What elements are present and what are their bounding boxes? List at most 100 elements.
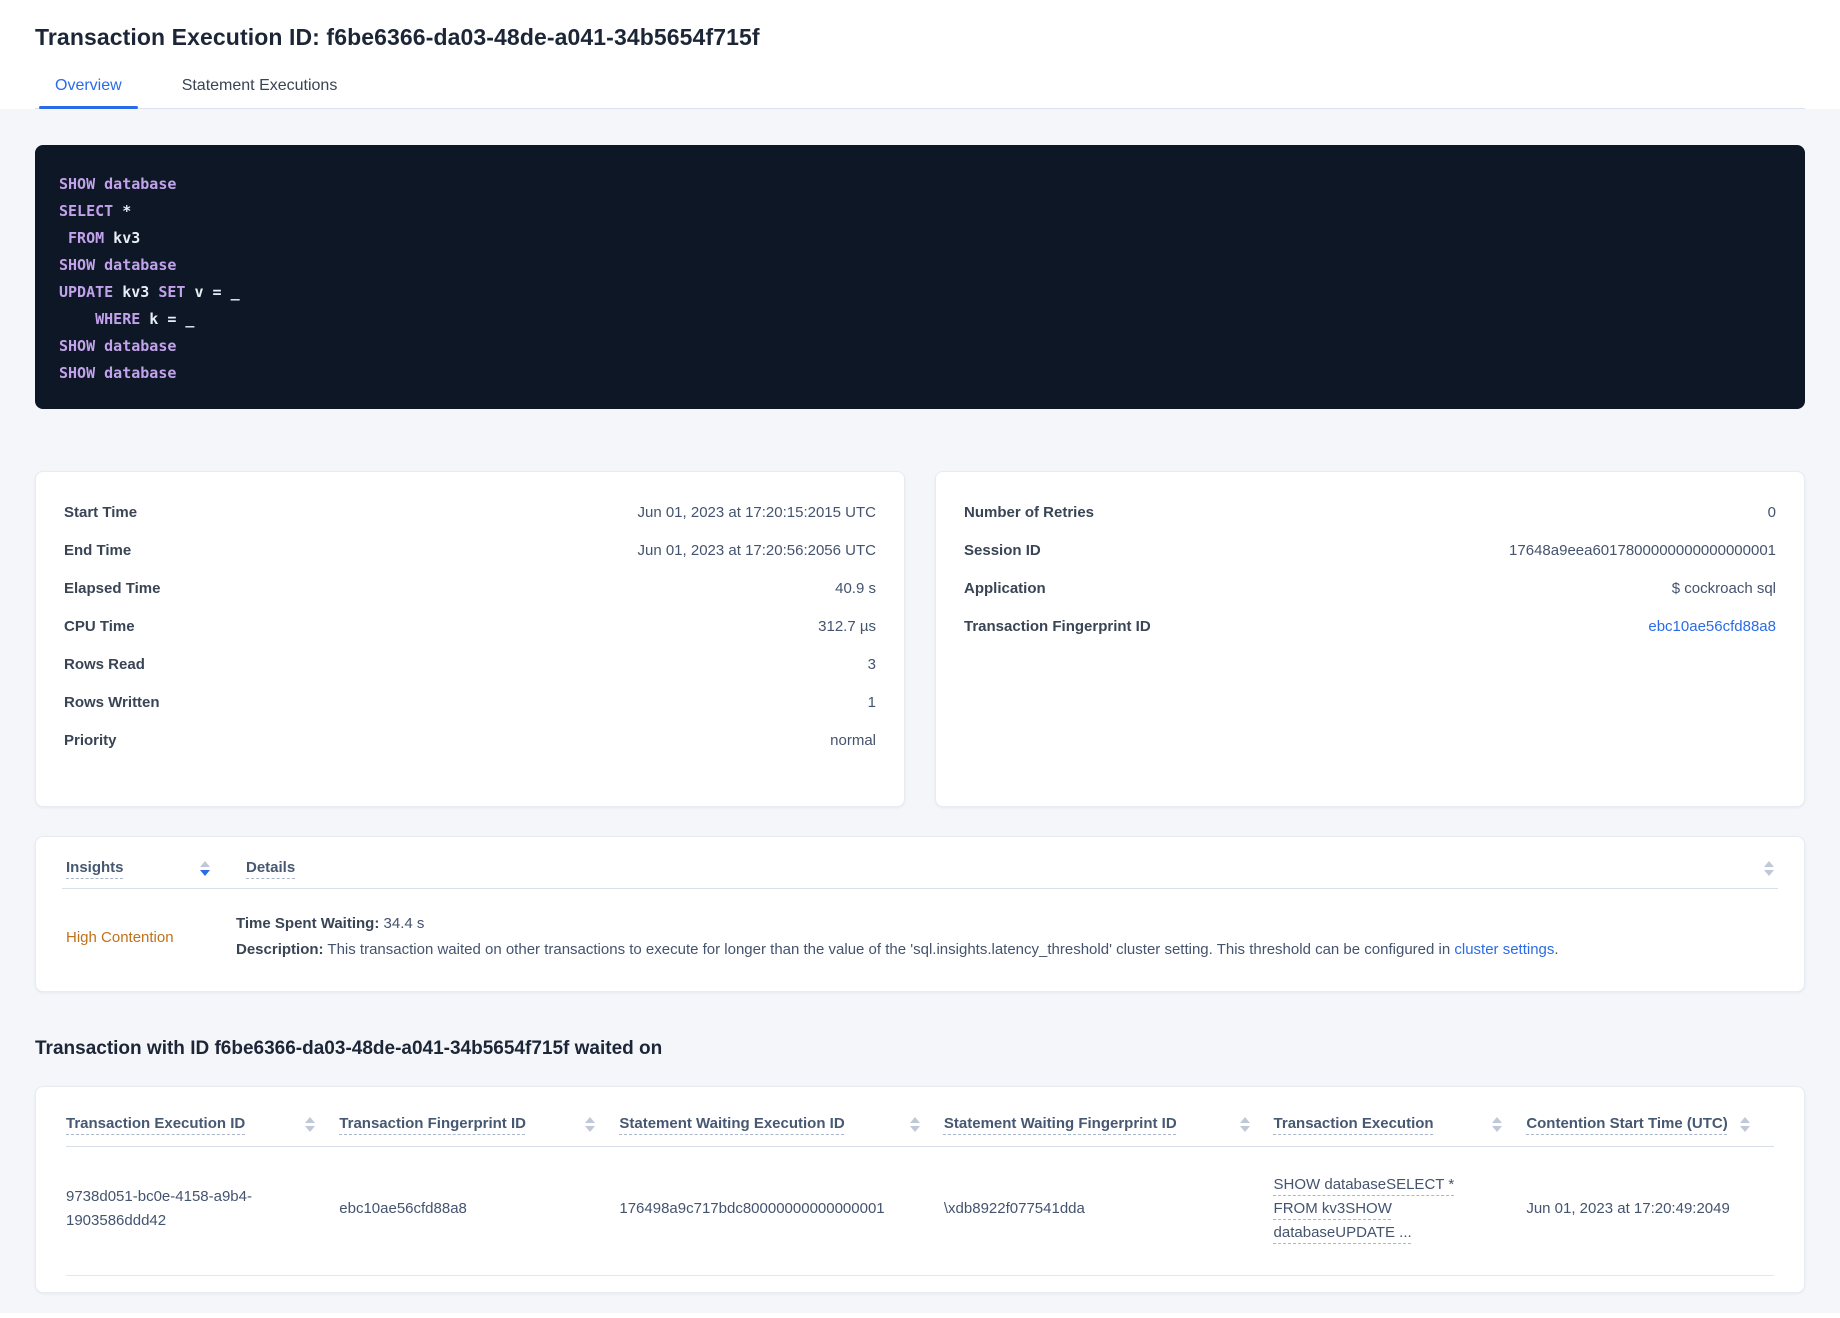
sql-line: SELECT * bbox=[59, 202, 132, 220]
txn-fingerprint-label: Transaction Fingerprint ID bbox=[964, 618, 1151, 635]
summary-card-session: Number of Retries 0 Session ID 17648a9ee… bbox=[935, 471, 1805, 807]
details-sort-icon[interactable] bbox=[1764, 861, 1774, 878]
summary-card-times: Start Time Jun 01, 2023 at 17:20:15:2015… bbox=[35, 471, 905, 807]
waited-on-header-row: Transaction Execution ID Transaction Fin… bbox=[66, 1111, 1774, 1147]
col-txn-execution-sort-icon[interactable] bbox=[1492, 1117, 1503, 1132]
page-header: Transaction Execution ID: f6be6366-da03-… bbox=[0, 0, 1840, 109]
elapsed-time-label: Elapsed Time bbox=[64, 580, 161, 597]
col-txn-exec-id-label[interactable]: Transaction Execution ID bbox=[66, 1115, 245, 1132]
summary-row-rows-written: Rows Written 1 bbox=[64, 694, 876, 711]
cell-contention-start: Jun 01, 2023 at 17:20:49:2049 bbox=[1526, 1146, 1774, 1276]
sql-statements-box: SHOW database SELECT * FROM kv3 SHOW datab… bbox=[35, 145, 1805, 409]
insight-details: Time Spent Waiting: 34.4 s Description: … bbox=[236, 911, 1774, 963]
rows-read-label: Rows Read bbox=[64, 656, 145, 673]
application-label: Application bbox=[964, 580, 1046, 597]
cell-txn-execution: SHOW databaseSELECT * FROM kv3SHOW datab… bbox=[1273, 1146, 1527, 1276]
col-txn-fingerprint-id-sort-icon[interactable] bbox=[585, 1117, 596, 1132]
details-column-header[interactable]: Details bbox=[246, 859, 295, 876]
cpu-time-label: CPU Time bbox=[64, 618, 135, 635]
insights-sort-icon[interactable] bbox=[200, 861, 210, 876]
description-line: Description: This transaction waited on … bbox=[236, 937, 1774, 963]
summary-row-elapsed-time: Elapsed Time 40.9 s bbox=[64, 580, 876, 597]
col-txn-execution-label[interactable]: Transaction Execution bbox=[1274, 1115, 1434, 1132]
priority-label: Priority bbox=[64, 732, 117, 749]
content-area: SHOW database SELECT * FROM kv3 SHOW datab… bbox=[0, 109, 1840, 1313]
cluster-settings-link[interactable]: cluster settings bbox=[1454, 941, 1554, 958]
tab-bar: Overview Statement Executions bbox=[35, 77, 1805, 109]
col-contention-start-label[interactable]: Contention Start Time (UTC) bbox=[1526, 1115, 1727, 1132]
insights-row: High Contention Time Spent Waiting: 34.4… bbox=[66, 889, 1774, 963]
waited-on-heading: Transaction with ID f6be6366-da03-48de-a… bbox=[35, 1038, 663, 1059]
time-spent-waiting-label: Time Spent Waiting: bbox=[236, 915, 380, 932]
col-stmt-waiting-exec-id: Statement Waiting Execution ID bbox=[619, 1111, 944, 1147]
col-txn-execution: Transaction Execution bbox=[1273, 1111, 1527, 1147]
description-text: This transaction waited on other transac… bbox=[323, 941, 1455, 958]
retries-label: Number of Retries bbox=[964, 504, 1095, 521]
application-value: $ cockroach sql bbox=[1671, 580, 1776, 597]
sql-line: UPDATE kv3 SET v = _ bbox=[59, 283, 240, 301]
details-column-wrap: Details bbox=[246, 859, 1774, 876]
summary-row-retries: Number of Retries 0 bbox=[964, 504, 1776, 521]
summary-row-rows-read: Rows Read 3 bbox=[64, 656, 876, 673]
col-txn-exec-id-sort-icon[interactable] bbox=[305, 1117, 316, 1132]
description-label: Description: bbox=[236, 941, 324, 958]
summary-row-end-time: End Time Jun 01, 2023 at 17:20:56:2056 U… bbox=[64, 542, 876, 559]
summary-cards-row: Start Time Jun 01, 2023 at 17:20:15:2015… bbox=[35, 471, 1805, 807]
col-contention-start: Contention Start Time (UTC) bbox=[1526, 1111, 1774, 1147]
col-stmt-waiting-fingerprint-id: Statement Waiting Fingerprint ID bbox=[943, 1111, 1274, 1147]
cell-txn-fingerprint-id: ebc10ae56cfd88a8 bbox=[339, 1146, 620, 1276]
sort-down-arrow-icon bbox=[1764, 870, 1774, 876]
session-id-value: 17648a9eea6017800000000000000001 bbox=[1509, 542, 1776, 559]
waited-on-table: Transaction Execution ID Transaction Fin… bbox=[66, 1111, 1774, 1276]
col-stmt-waiting-fingerprint-id-label[interactable]: Statement Waiting Fingerprint ID bbox=[944, 1115, 1177, 1132]
start-time-value: Jun 01, 2023 at 17:20:15:2015 UTC bbox=[637, 504, 876, 521]
waited-on-row: 9738d051-bc0e-4158-a9b4-1903586ddd42 ebc… bbox=[66, 1146, 1774, 1276]
summary-row-start-time: Start Time Jun 01, 2023 at 17:20:15:2015… bbox=[64, 504, 876, 521]
high-contention-badge: High Contention bbox=[66, 928, 174, 946]
summary-row-cpu-time: CPU Time 312.7 µs bbox=[64, 618, 876, 635]
transaction-execution-link[interactable]: SHOW databaseSELECT * FROM kv3SHOW datab… bbox=[1274, 1173, 1460, 1245]
sql-line: WHERE k = _ bbox=[95, 310, 195, 328]
priority-value: normal bbox=[830, 732, 876, 749]
insights-card: Insights Details High Contention Time Sp… bbox=[35, 836, 1805, 992]
transaction-fingerprint-link[interactable]: ebc10ae56cfd88a8 bbox=[1648, 618, 1776, 635]
cell-txn-exec-id: 9738d051-bc0e-4158-a9b4-1903586ddd42 bbox=[66, 1146, 340, 1276]
time-spent-waiting-value: 34.4 s bbox=[379, 915, 425, 932]
col-txn-fingerprint-id-label[interactable]: Transaction Fingerprint ID bbox=[339, 1115, 526, 1132]
header-spacer bbox=[295, 859, 1764, 876]
col-stmt-waiting-fingerprint-id-sort-icon[interactable] bbox=[1239, 1117, 1250, 1132]
end-time-label: End Time bbox=[64, 542, 132, 559]
elapsed-time-value: 40.9 s bbox=[835, 580, 876, 597]
end-time-value: Jun 01, 2023 at 17:20:56:2056 UTC bbox=[637, 542, 876, 559]
rows-read-value: 3 bbox=[867, 656, 876, 673]
col-txn-fingerprint-id: Transaction Fingerprint ID bbox=[339, 1111, 620, 1147]
insights-column-header[interactable]: Insights bbox=[66, 859, 178, 876]
sort-up-arrow-icon bbox=[1764, 861, 1774, 867]
cpu-time-value: 312.7 µs bbox=[818, 618, 876, 635]
rows-written-value: 1 bbox=[867, 694, 876, 711]
sort-down-arrow-icon bbox=[200, 870, 210, 876]
sort-up-arrow-icon bbox=[200, 861, 210, 867]
retries-value: 0 bbox=[1767, 504, 1776, 521]
col-stmt-waiting-exec-id-sort-icon[interactable] bbox=[909, 1117, 920, 1132]
summary-row-txn-fingerprint: Transaction Fingerprint ID ebc10ae56cfd8… bbox=[964, 618, 1776, 635]
summary-row-priority: Priority normal bbox=[64, 732, 876, 749]
waited-on-table-card: Transaction Execution ID Transaction Fin… bbox=[35, 1086, 1805, 1293]
time-spent-waiting-line: Time Spent Waiting: 34.4 s bbox=[236, 911, 1774, 937]
sql-line: SHOW database bbox=[59, 337, 177, 355]
sql-line: SHOW database bbox=[59, 364, 177, 382]
sql-line: SHOW database bbox=[59, 256, 177, 274]
summary-row-application: Application $ cockroach sql bbox=[964, 580, 1776, 597]
tab-statement-executions[interactable]: Statement Executions bbox=[166, 77, 354, 108]
col-stmt-waiting-exec-id-label[interactable]: Statement Waiting Execution ID bbox=[619, 1115, 844, 1132]
sql-line: SHOW database bbox=[59, 175, 177, 193]
col-contention-start-sort-icon[interactable] bbox=[1740, 1117, 1750, 1132]
col-txn-exec-id: Transaction Execution ID bbox=[66, 1111, 340, 1147]
start-time-label: Start Time bbox=[64, 504, 138, 521]
session-id-label: Session ID bbox=[964, 542, 1041, 559]
description-suffix: . bbox=[1554, 941, 1559, 958]
sql-line: FROM kv3 bbox=[68, 229, 141, 247]
cell-stmt-waiting-fingerprint-id: \xdb8922f077541dda bbox=[943, 1146, 1274, 1276]
summary-row-session-id: Session ID 17648a9eea6017800000000000000… bbox=[964, 542, 1776, 559]
tab-overview[interactable]: Overview bbox=[39, 77, 138, 109]
